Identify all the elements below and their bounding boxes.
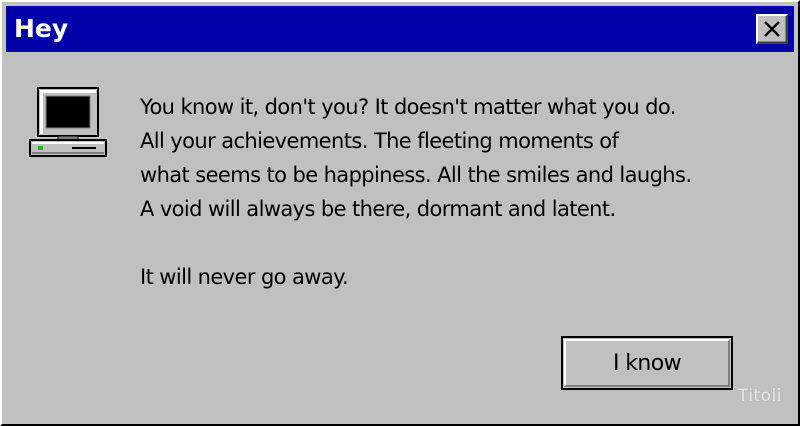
message-closing: It will never go away.	[140, 265, 349, 289]
message-line: what seems to be happiness. All the smil…	[140, 163, 692, 187]
computer-icon	[29, 87, 107, 157]
i-know-button-label: I know	[612, 350, 682, 376]
i-know-button[interactable]: I know	[561, 336, 733, 390]
dialog-window: Hey You know it, don't you? It doesn't m…	[0, 0, 800, 426]
close-icon	[764, 21, 780, 37]
window-title: Hey	[14, 14, 69, 43]
close-button[interactable]	[756, 14, 788, 44]
title-bar[interactable]: Hey	[6, 6, 794, 52]
message-line: All your achievements. The fleeting mome…	[140, 129, 619, 153]
message-line: A void will always be there, dormant and…	[140, 197, 616, 221]
message-text: You know it, don't you? It doesn't matte…	[140, 90, 780, 294]
message-line: You know it, don't you? It doesn't matte…	[140, 95, 676, 119]
watermark: Titoli	[737, 386, 782, 406]
